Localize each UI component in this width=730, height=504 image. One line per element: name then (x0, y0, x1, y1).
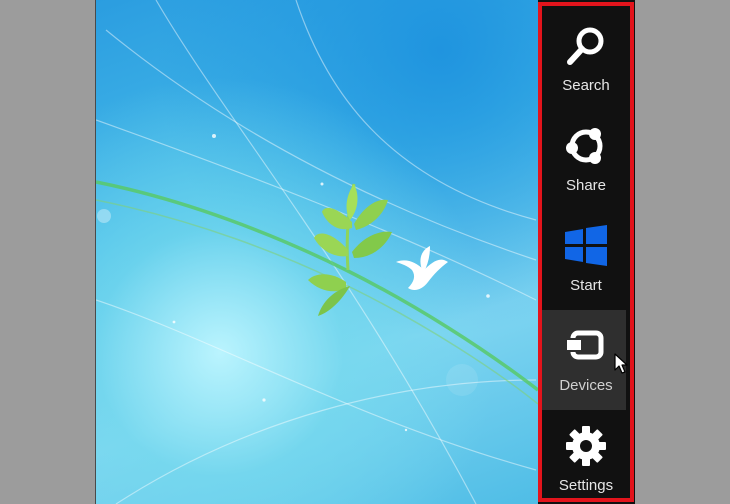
desktop-wallpaper (96, 0, 538, 504)
red-highlight-box (538, 2, 634, 502)
wallpaper-artwork (96, 0, 538, 504)
white-bird (396, 246, 448, 290)
mouse-pointer-icon (614, 353, 628, 374)
